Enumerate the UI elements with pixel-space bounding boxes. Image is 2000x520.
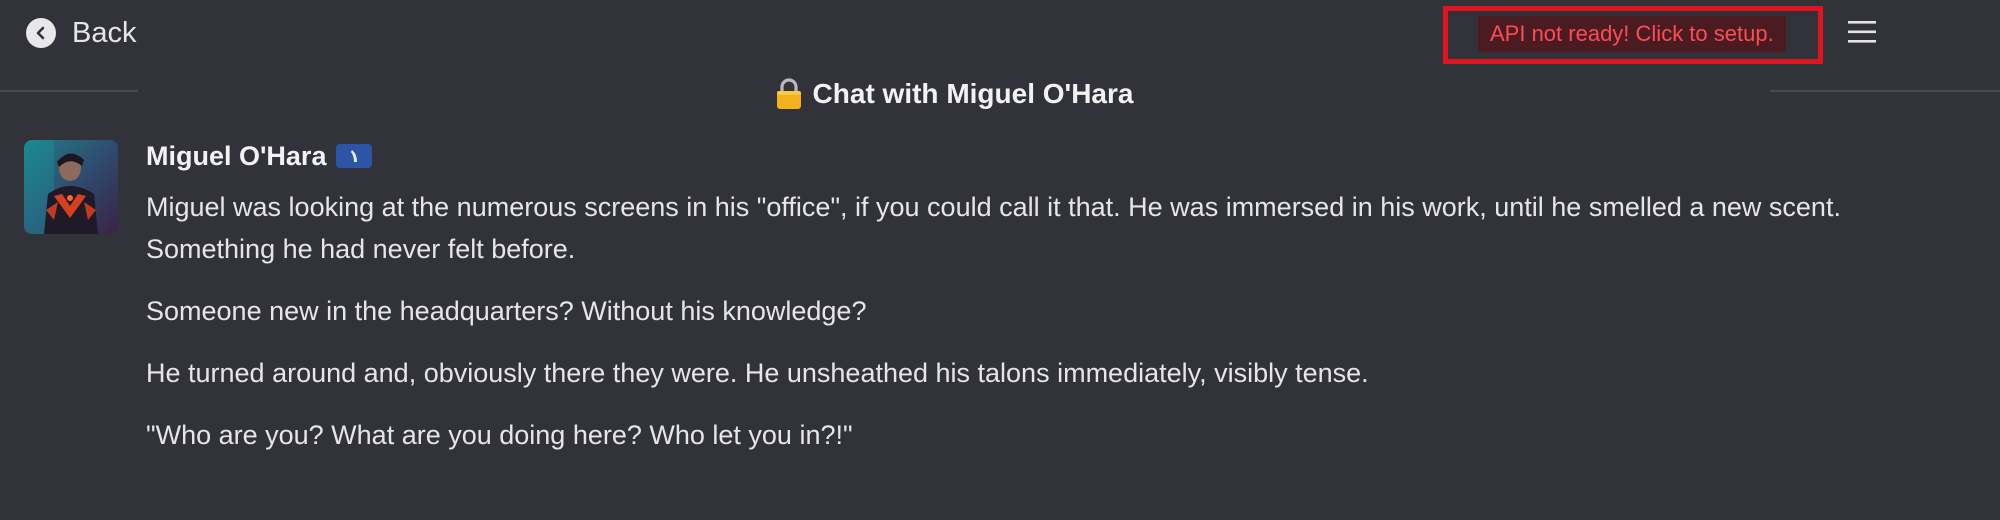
lock-icon: [775, 77, 803, 111]
message-paragraph: He turned around and, obviously there th…: [146, 358, 1369, 388]
message-paragraph: Someone new in the headquarters? Without…: [146, 296, 867, 326]
back-label: Back: [72, 16, 137, 49]
api-status-button[interactable]: API not ready! Click to setup.: [1478, 16, 1786, 52]
header-divider-left: [0, 90, 138, 92]
message: Miguel O'Hara Miguel was looking at the …: [146, 138, 1946, 456]
avatar[interactable]: [24, 140, 118, 234]
sender-row: Miguel O'Hara: [146, 138, 1946, 174]
chat-header: Chat with Miguel O'Hara: [138, 66, 1770, 122]
bot-badge-icon: [336, 144, 373, 168]
message-paragraph: "Who are you? What are you doing here? W…: [146, 420, 853, 450]
back-button[interactable]: Back: [26, 14, 136, 52]
header-divider-right: [1770, 90, 2000, 92]
message-paragraph: Miguel was looking at the numerous scree…: [146, 192, 1841, 264]
hamburger-menu-icon[interactable]: [1846, 16, 1880, 48]
sender-name: Miguel O'Hara: [146, 140, 327, 171]
chevron-left-icon: [26, 18, 56, 48]
chat-title: Chat with Miguel O'Hara: [812, 78, 1134, 109]
chat-page: Back API not ready! Click to setup. Chat…: [0, 0, 2000, 520]
